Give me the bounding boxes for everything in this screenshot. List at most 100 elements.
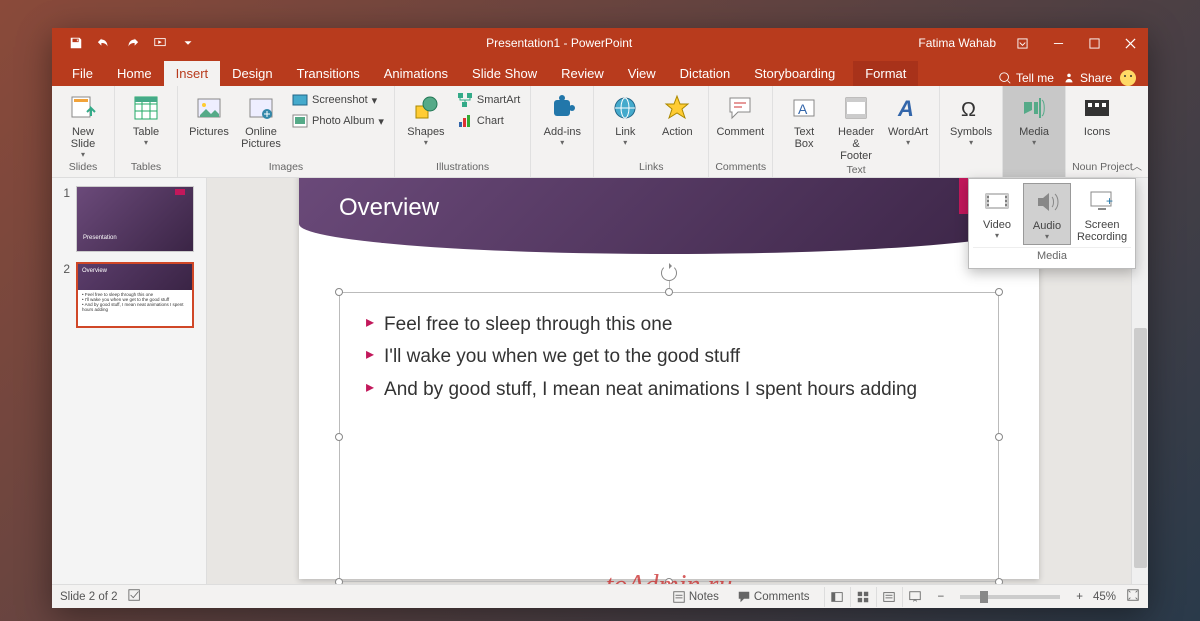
tab-storyboarding[interactable]: Storyboarding bbox=[742, 61, 847, 86]
tab-transitions[interactable]: Transitions bbox=[285, 61, 372, 86]
icons-button[interactable]: Icons bbox=[1072, 90, 1122, 140]
shapes-button[interactable]: Shapes▾ bbox=[401, 90, 451, 149]
maximize-button[interactable] bbox=[1076, 28, 1112, 58]
group-label-illustrations: Illustrations bbox=[401, 161, 524, 175]
resize-handle[interactable] bbox=[995, 433, 1003, 441]
qat-customize-icon[interactable] bbox=[176, 31, 200, 55]
user-name[interactable]: Fatima Wahab bbox=[918, 36, 1004, 50]
comment-icon bbox=[724, 92, 756, 124]
wordart-button[interactable]: AWordArt▾ bbox=[883, 90, 933, 149]
redo-icon[interactable] bbox=[120, 31, 144, 55]
notes-button[interactable]: Notes bbox=[668, 588, 723, 606]
zoom-level[interactable]: 45% bbox=[1093, 591, 1116, 603]
ribbon-display-options-icon[interactable] bbox=[1004, 28, 1040, 58]
action-icon bbox=[661, 92, 693, 124]
tell-me-search[interactable]: Tell me bbox=[998, 71, 1054, 85]
comments-button[interactable]: Comments bbox=[733, 588, 814, 606]
media-button[interactable]: Media▾ bbox=[1009, 90, 1059, 149]
group-label-text: Text bbox=[779, 164, 933, 178]
title-bar: Presentation1 - PowerPoint Fatima Wahab bbox=[52, 28, 1148, 58]
group-addins: Add-ins▾ bbox=[531, 86, 594, 177]
share-button[interactable]: Share bbox=[1062, 71, 1112, 85]
group-label-nounproject: Noun Project bbox=[1072, 161, 1133, 175]
table-icon bbox=[130, 92, 162, 124]
ribbon-insert: New Slide▾ Slides Table▾ Tables Pictures bbox=[52, 86, 1148, 178]
start-from-beginning-icon[interactable] bbox=[148, 31, 172, 55]
pictures-icon bbox=[193, 92, 225, 124]
online-pictures-button[interactable]: Online Pictures bbox=[236, 90, 286, 152]
resize-handle[interactable] bbox=[665, 578, 673, 585]
pictures-button[interactable]: Pictures bbox=[184, 90, 234, 140]
new-slide-button[interactable]: New Slide▾ bbox=[58, 90, 108, 161]
audio-button[interactable]: Audio▾ bbox=[1023, 183, 1071, 245]
header-footer-button[interactable]: Header & Footer bbox=[831, 90, 881, 164]
audio-icon bbox=[1031, 186, 1063, 218]
tab-home[interactable]: Home bbox=[105, 61, 164, 86]
close-button[interactable] bbox=[1112, 28, 1148, 58]
bullet-item[interactable]: And by good stuff, I mean neat animation… bbox=[366, 378, 972, 403]
group-comments: Comment Comments bbox=[709, 86, 773, 177]
tab-file[interactable]: File bbox=[60, 61, 105, 86]
slide-counter[interactable]: Slide 2 of 2 bbox=[60, 591, 118, 603]
group-slides: New Slide▾ Slides bbox=[52, 86, 115, 177]
normal-view-button[interactable] bbox=[824, 587, 850, 607]
smartart-icon bbox=[457, 92, 473, 108]
spell-check-icon[interactable] bbox=[128, 588, 142, 605]
fit-to-window-button[interactable] bbox=[1126, 588, 1140, 605]
slideshow-view-button[interactable] bbox=[902, 587, 928, 607]
tab-animations[interactable]: Animations bbox=[372, 61, 460, 86]
reading-view-button[interactable] bbox=[876, 587, 902, 607]
addins-icon bbox=[546, 92, 578, 124]
tab-slideshow[interactable]: Slide Show bbox=[460, 61, 549, 86]
feedback-icon[interactable] bbox=[1120, 70, 1136, 86]
group-illustrations: Shapes▾ SmartArt Chart Illustrations bbox=[395, 86, 531, 177]
view-buttons bbox=[824, 587, 928, 607]
slide-sorter-button[interactable] bbox=[850, 587, 876, 607]
tab-review[interactable]: Review bbox=[549, 61, 616, 86]
tab-format[interactable]: Format bbox=[853, 61, 918, 86]
addins-button[interactable]: Add-ins▾ bbox=[537, 90, 587, 149]
resize-handle[interactable] bbox=[995, 288, 1003, 296]
rotate-handle[interactable] bbox=[661, 265, 677, 281]
tab-insert[interactable]: Insert bbox=[164, 61, 221, 86]
tab-design[interactable]: Design bbox=[220, 61, 284, 86]
header-footer-icon bbox=[840, 92, 872, 124]
slide-title[interactable]: Overview bbox=[299, 178, 1039, 254]
zoom-out-button[interactable]: − bbox=[938, 591, 945, 603]
collapse-ribbon-icon[interactable]: ︿ bbox=[1132, 158, 1142, 173]
slide-thumbnail-2[interactable]: Overview • Feel free to sleep through th… bbox=[76, 262, 194, 328]
screen-recording-button[interactable]: +Screen Recording bbox=[1073, 183, 1131, 245]
smartart-button[interactable]: SmartArt bbox=[453, 90, 524, 110]
group-images: Pictures Online Pictures Screenshot ▾ Ph… bbox=[178, 86, 395, 177]
symbols-button[interactable]: ΩSymbols▾ bbox=[946, 90, 996, 149]
tab-dictation[interactable]: Dictation bbox=[668, 61, 743, 86]
resize-handle[interactable] bbox=[665, 288, 673, 296]
photo-album-button[interactable]: Photo Album ▾ bbox=[288, 111, 388, 131]
text-box-button[interactable]: AText Box bbox=[779, 90, 829, 152]
screenshot-button[interactable]: Screenshot ▾ bbox=[288, 90, 388, 110]
undo-icon[interactable] bbox=[92, 31, 116, 55]
resize-handle[interactable] bbox=[995, 578, 1003, 585]
table-button[interactable]: Table▾ bbox=[121, 90, 171, 149]
video-button[interactable]: Video▾ bbox=[973, 183, 1021, 245]
save-icon[interactable] bbox=[64, 31, 88, 55]
resize-handle[interactable] bbox=[335, 433, 343, 441]
tab-view[interactable]: View bbox=[616, 61, 668, 86]
screenshot-icon bbox=[292, 92, 308, 108]
resize-handle[interactable] bbox=[335, 578, 343, 585]
resize-handle[interactable] bbox=[335, 288, 343, 296]
action-button[interactable]: Action bbox=[652, 90, 702, 140]
media-icon bbox=[1018, 92, 1050, 124]
zoom-in-button[interactable]: + bbox=[1076, 591, 1083, 603]
link-button[interactable]: Link▾ bbox=[600, 90, 650, 149]
minimize-button[interactable] bbox=[1040, 28, 1076, 58]
bullet-item[interactable]: I'll wake you when we get to the good st… bbox=[366, 345, 972, 370]
bullet-list[interactable]: Feel free to sleep through this one I'll… bbox=[340, 293, 998, 431]
bullet-item[interactable]: Feel free to sleep through this one bbox=[366, 313, 972, 338]
slide-thumbnail-1[interactable]: Presentation bbox=[76, 186, 194, 252]
scrollbar-thumb[interactable] bbox=[1134, 328, 1147, 568]
zoom-slider[interactable] bbox=[960, 595, 1060, 599]
comment-button[interactable]: Comment bbox=[715, 90, 765, 140]
content-placeholder[interactable]: Feel free to sleep through this one I'll… bbox=[339, 292, 999, 582]
chart-button[interactable]: Chart bbox=[453, 111, 524, 131]
